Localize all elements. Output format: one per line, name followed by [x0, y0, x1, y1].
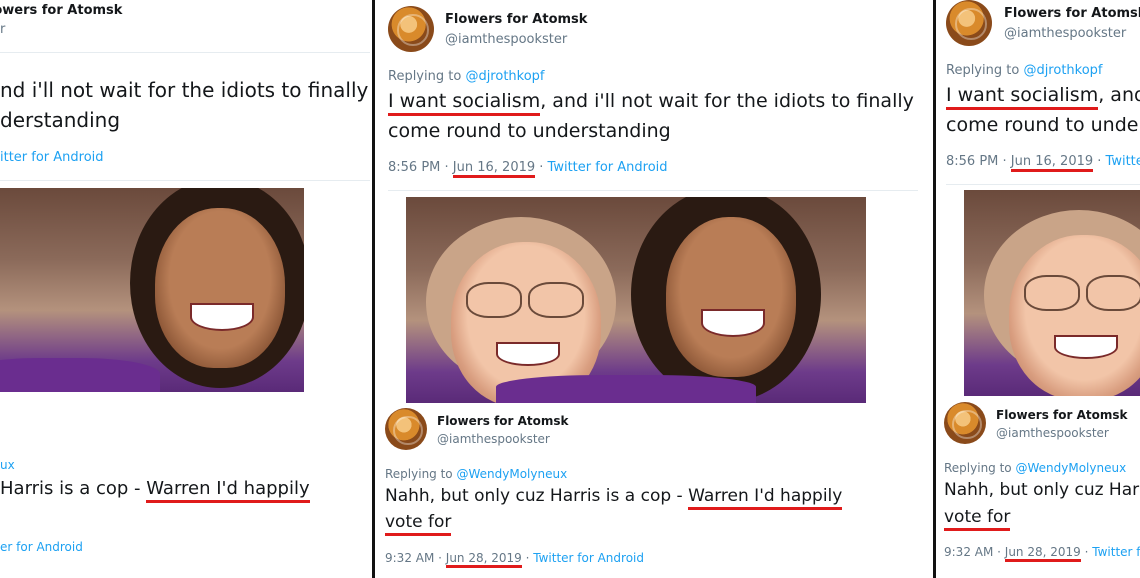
tweet1-text-line2: derstanding: [0, 108, 121, 132]
middle-panel: Flowers for Atomsk @iamthespookster Repl…: [375, 0, 932, 578]
tweet2-date-link[interactable]: Jun 28, 2019: [445, 551, 522, 568]
tweet1-avatar[interactable]: [946, 0, 992, 46]
tweet2-replying: Replying to @WendyMolyneux: [385, 467, 568, 481]
photo-glasses-left: [1024, 275, 1080, 311]
tweet1-text-line2: come round to understanding: [946, 114, 1140, 136]
tweet2-text-line1: Harris is a cop - Warren I'd happily: [0, 478, 310, 503]
tweet2-meta[interactable]: er for Android: [0, 540, 83, 554]
tweet1-mention-link[interactable]: @djrothkopf: [1023, 63, 1102, 78]
tweet1-meta[interactable]: itter for Android: [0, 150, 104, 165]
highlight-warren: Warren I'd happily: [688, 486, 843, 510]
tweet1-photo[interactable]: [964, 190, 1140, 396]
tweet1-replying: Replying to @djrothkopf: [946, 63, 1103, 78]
photo-smile-warren: [1054, 335, 1118, 359]
right-panel: Flowers for Atomsk @iamthespookster Repl…: [936, 0, 1140, 578]
tweet1-name[interactable]: Flowers for Atomsk: [445, 12, 587, 27]
tweet2-avatar[interactable]: [385, 408, 427, 450]
tweet1-name[interactable]: Flowers for Atomsk: [0, 3, 122, 18]
tweet1-client-link[interactable]: Twitter for Android: [1106, 154, 1140, 169]
photo-face-harris: [666, 217, 796, 377]
tweet2-handle[interactable]: @iamthespookster: [437, 432, 550, 446]
divider: [0, 180, 370, 181]
tweet1-name[interactable]: Flowers for Atomsk: [1004, 6, 1140, 21]
left-panel: Flowers for Atomsk r nd i'll not wait fo…: [0, 0, 370, 578]
tweet1-meta: 8:56 PM · Jun 16, 2019 · Twitter for And…: [388, 160, 668, 178]
tweet2-handle[interactable]: @iamthespookster: [996, 426, 1109, 440]
tweet1-text-line1: nd i'll not wait for the idiots to final…: [0, 78, 369, 102]
tweet1-text-line1: I want socialism, and i'll not wait for …: [388, 90, 914, 116]
highlight-vote-for: vote for: [385, 512, 452, 536]
tweet1-handle[interactable]: r: [0, 22, 5, 37]
tweet1-handle[interactable]: @iamthespookster: [1004, 26, 1126, 41]
tweet1-text-line2: come round to understanding: [388, 120, 671, 142]
photo-glasses-right: [528, 282, 584, 318]
tweet2-text-line2: vote for: [385, 512, 452, 536]
photo-glasses-left: [466, 282, 522, 318]
tweet2-replying[interactable]: ux: [0, 458, 15, 472]
tweet2-name[interactable]: Flowers for Atomsk: [437, 414, 568, 428]
tweet2-replying: Replying to @WendyMolyneux: [944, 461, 1127, 475]
photo-smile-warren: [496, 342, 560, 366]
photo-face-warren: [1009, 235, 1140, 396]
tweet1-avatar[interactable]: [388, 6, 434, 52]
tweet1-text-line1: I want socialism, and i'll not wait for …: [946, 84, 1140, 110]
tweet2-text-line1: Nahh, but only cuz Harris is a cop - War…: [944, 480, 1140, 500]
photo-shirt: [496, 375, 756, 403]
tweet2-meta: 9:32 AM · Jun 28, 2019 · Twitter for And…: [944, 545, 1140, 562]
tweet2-client-link[interactable]: Twitter for Android: [533, 551, 644, 565]
tweet2-mention-link[interactable]: @WendyMolyneux: [456, 467, 567, 481]
tweet2-date-link[interactable]: Jun 28, 2019: [1004, 545, 1081, 562]
photo-smile: [190, 303, 254, 331]
divider: [0, 52, 370, 53]
photo-glasses-right: [1086, 275, 1140, 311]
photo-face: [155, 208, 285, 368]
tweet1-meta: 8:56 PM · Jun 16, 2019 · Twitter for And…: [946, 154, 1140, 172]
tweet2-name[interactable]: Flowers for Atomsk: [996, 408, 1127, 422]
divider: [946, 184, 1140, 185]
tweet2-text-line1: Nahh, but only cuz Harris is a cop - War…: [385, 486, 843, 510]
tweet1-date-link[interactable]: Jun 16, 2019: [452, 160, 536, 178]
tweet1-client-link[interactable]: Twitter for Android: [548, 160, 668, 175]
tweet1-replying: Replying to @djrothkopf: [388, 69, 545, 84]
tweet2-text-line2: vote for: [944, 507, 1011, 531]
tweet1-handle[interactable]: @iamthespookster: [445, 32, 567, 47]
divider: [388, 190, 918, 191]
tweet1-mention-link[interactable]: @djrothkopf: [465, 69, 544, 84]
tweet2-avatar[interactable]: [944, 402, 986, 444]
photo-smile-harris: [701, 309, 765, 337]
tweet1-date-link[interactable]: Jun 16, 2019: [1010, 154, 1094, 172]
tweet2-meta: 9:32 AM · Jun 28, 2019 · Twitter for And…: [385, 551, 644, 568]
tweet1-photo[interactable]: [406, 197, 866, 403]
tweet2-client-link[interactable]: Twitter for Android: [1092, 545, 1140, 559]
tweet1-photo[interactable]: [0, 188, 304, 392]
highlight-socialism: I want socialism: [388, 90, 541, 116]
photo-shirt: [0, 358, 160, 392]
tweet2-mention-link[interactable]: @WendyMolyneux: [1015, 461, 1126, 475]
